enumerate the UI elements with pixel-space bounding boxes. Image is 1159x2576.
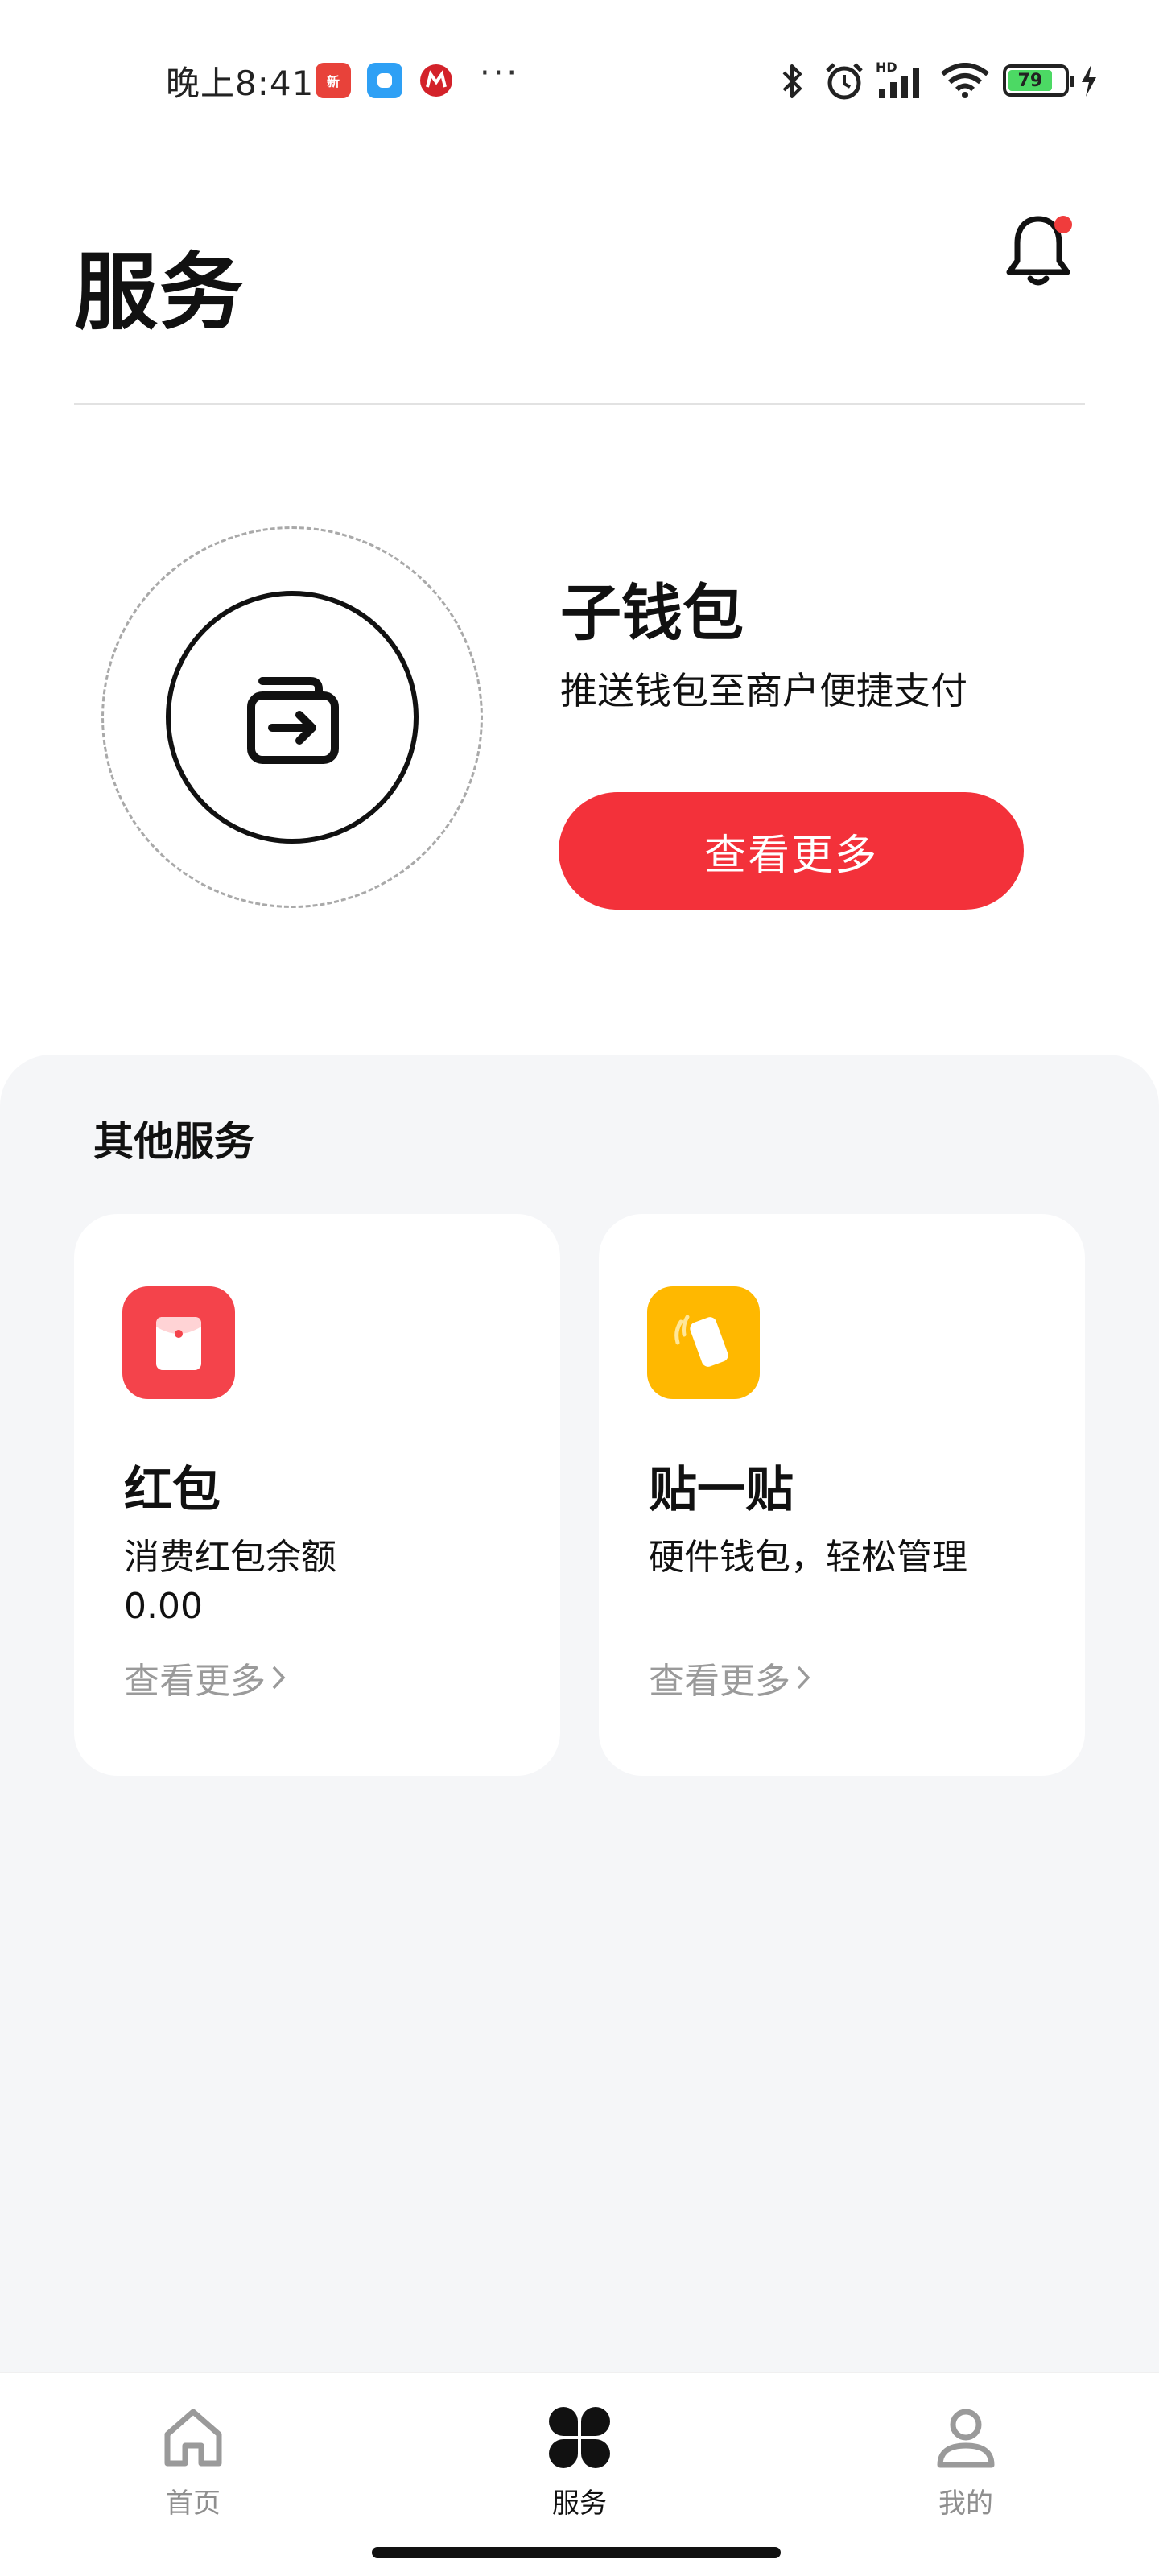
tap-view-more-label: 查看更多 <box>649 1661 790 1702</box>
status-time: 晚上8:41 <box>166 64 315 103</box>
nav-item-home[interactable]: 首页 <box>113 2404 274 2541</box>
nav-label-services: 服务 <box>552 2487 607 2520</box>
tap-description: 硬件钱包，轻松管理 <box>649 1537 967 1578</box>
home-indicator[interactable] <box>372 2547 781 2558</box>
bluetooth-icon <box>782 64 802 98</box>
tap-title: 贴一贴 <box>649 1462 794 1518</box>
hd-signal-icon: HD <box>876 60 929 100</box>
sub-wallet-subtitle: 推送钱包至商户便捷支付 <box>560 669 967 712</box>
chat-app-icon <box>367 63 402 98</box>
services-grid-icon <box>549 2407 610 2468</box>
other-services-title: 其他服务 <box>93 1118 254 1165</box>
sub-wallet-title: 子钱包 <box>560 577 744 649</box>
notification-bell-button[interactable] <box>1003 211 1074 288</box>
chevron-right-icon <box>272 1666 286 1690</box>
sub-wallet-view-more-button[interactable]: 查看更多 <box>559 792 1024 910</box>
tap-phone-icon <box>647 1286 760 1399</box>
tap-view-more-link[interactable]: 查看更多 <box>649 1652 811 1703</box>
alarm-icon <box>826 63 863 100</box>
red-envelope-balance: 0.00 <box>124 1586 203 1627</box>
header-divider <box>74 402 1085 405</box>
red-envelope-description: 消费红包余额 <box>124 1537 336 1578</box>
red-envelope-title: 红包 <box>124 1462 221 1518</box>
tap-card[interactable]: 贴一贴 硬件钱包，轻松管理 查看更多 <box>599 1214 1085 1776</box>
page-title: 服务 <box>74 243 245 341</box>
battery-icon: 79 <box>1003 64 1074 97</box>
chevron-right-icon <box>797 1666 810 1690</box>
red-envelope-card[interactable]: 红包 消费红包余额 0.00 查看更多 <box>74 1214 560 1776</box>
nav-label-profile: 我的 <box>938 2487 993 2520</box>
wifi-icon <box>941 63 989 98</box>
sub-wallet-icon-button[interactable] <box>166 591 419 844</box>
red-envelope-view-more-label: 查看更多 <box>124 1661 266 1702</box>
charging-icon <box>1082 64 1096 97</box>
status-bar: 晚上8:41 新 ··· HD 79 <box>0 0 1159 161</box>
bottom-nav: 首页 服务 我的 <box>0 2372 1159 2576</box>
battery-level: 79 <box>1008 70 1052 91</box>
red-envelope-icon <box>122 1286 235 1399</box>
profile-icon <box>937 2409 995 2468</box>
nav-label-home: 首页 <box>166 2487 221 2520</box>
nav-item-profile[interactable]: 我的 <box>885 2404 1046 2541</box>
nav-item-services[interactable]: 服务 <box>499 2404 660 2541</box>
wallet-export-icon <box>247 677 339 764</box>
news-app-icon: 新 <box>316 63 351 98</box>
home-icon <box>164 2409 222 2467</box>
bank-app-icon <box>419 63 454 98</box>
notification-badge <box>1054 216 1072 233</box>
status-overflow: ··· <box>480 55 521 92</box>
red-envelope-view-more-link[interactable]: 查看更多 <box>124 1652 287 1703</box>
